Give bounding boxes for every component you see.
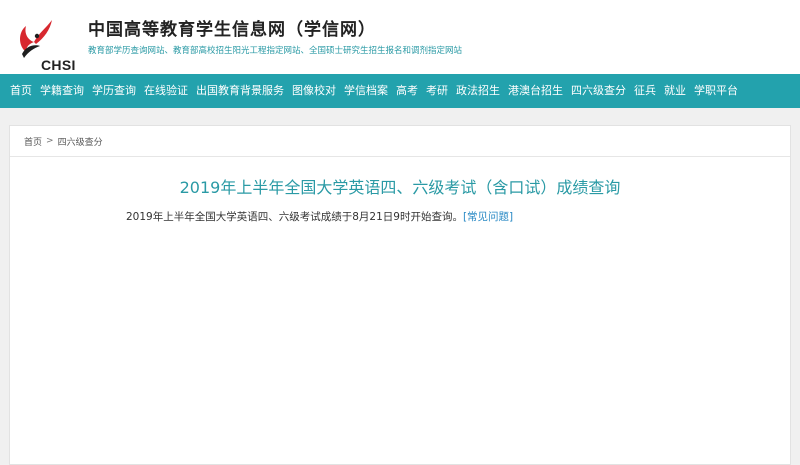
nav-item-overseas-education[interactable]: 出国教育背景服务	[192, 74, 288, 108]
nav-item-cet-score[interactable]: 四六级查分	[567, 74, 630, 108]
notice-text: 2019年上半年全国大学英语四、六级考试成绩于8月21日9时开始查询。	[126, 211, 463, 223]
logo-text: CHSI	[41, 57, 76, 73]
chsi-logo[interactable]: CHSI	[12, 16, 75, 73]
faq-link[interactable]: [常见问题]	[463, 211, 513, 223]
main-nav: 首页 学籍查询 学历查询 在线验证 出国教育背景服务 图像校对 学信档案 高考 …	[0, 74, 800, 108]
nav-item-home[interactable]: 首页	[6, 74, 36, 108]
breadcrumb-separator: >	[46, 136, 54, 146]
breadcrumb: 首页 > 四六级查分	[10, 126, 790, 157]
nav-item-employment[interactable]: 就业	[660, 74, 690, 108]
score-notice: 2019年上半年全国大学英语四、六级考试成绩于8月21日9时开始查询。[常见问题…	[10, 209, 790, 224]
nav-item-conscription[interactable]: 征兵	[630, 74, 660, 108]
nav-item-student-status[interactable]: 学籍查询	[36, 74, 88, 108]
nav-item-image-check[interactable]: 图像校对	[288, 74, 340, 108]
nav-item-gaokao[interactable]: 高考	[392, 74, 422, 108]
site-title[interactable]: 中国高等教育学生信息网（学信网）	[88, 15, 376, 40]
nav-item-kaoyan[interactable]: 考研	[422, 74, 452, 108]
page-title: 2019年上半年全国大学英语四、六级考试（含口试）成绩查询	[179, 178, 621, 197]
content-panel: 首页 > 四六级查分 2019年上半年全国大学英语四、六级考试（含口试）成绩查询…	[9, 125, 791, 465]
site-subtitle: 教育部学历查询网站、教育部高校招生阳光工程指定网站、全国硕士研究生招生报名和调剂…	[88, 46, 463, 56]
nav-item-law-admission[interactable]: 政法招生	[452, 74, 504, 108]
nav-item-career-platform[interactable]: 学职平台	[690, 74, 742, 108]
breadcrumb-current: 四六级查分	[57, 137, 103, 148]
nav-item-online-verify[interactable]: 在线验证	[140, 74, 192, 108]
site-header: CHSI 中国高等教育学生信息网（学信网） 教育部学历查询网站、教育部高校招生阳…	[0, 0, 800, 74]
nav-item-archive[interactable]: 学信档案	[340, 74, 392, 108]
breadcrumb-home-link[interactable]: 首页	[24, 135, 42, 148]
nav-item-hk-mo-tw-admission[interactable]: 港澳台招生	[504, 74, 567, 108]
nav-item-degree-query[interactable]: 学历查询	[88, 74, 140, 108]
